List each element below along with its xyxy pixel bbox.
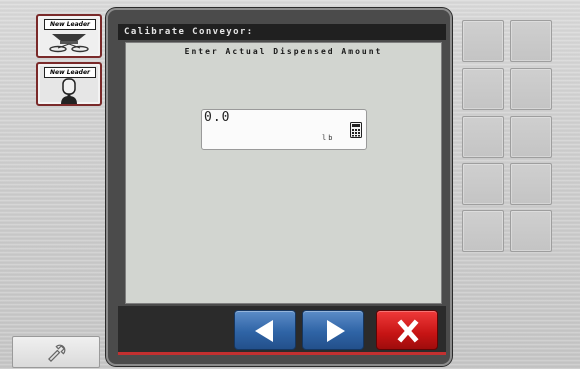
settings-button[interactable] [12,336,100,368]
app-button-spreader[interactable]: New Leader [36,14,102,58]
calibration-dialog: Enter Actual Dispensed Amount 0.0 lb [125,42,442,304]
softkey-9[interactable] [462,210,504,252]
joystick-icon [61,78,77,104]
wrench-icon [48,344,66,362]
dialog-prompt: Enter Actual Dispensed Amount [184,47,383,56]
softkey-6[interactable] [510,116,552,158]
right-arrow-icon [327,320,345,342]
softkey-8[interactable] [510,163,552,205]
next-button[interactable] [302,310,364,350]
spreader-icon [49,34,89,53]
softkey-1[interactable] [462,20,504,62]
dialog-title: Calibrate Conveyor: [118,24,446,40]
back-button[interactable] [234,310,296,350]
unit-label: lb [322,134,335,142]
softkey-10[interactable] [510,210,552,252]
dispensed-amount-field[interactable]: 0.0 lb [201,109,367,150]
calculator-icon[interactable] [350,122,362,138]
app-button-joystick[interactable]: New Leader [36,62,102,106]
softkey-4[interactable] [510,68,552,110]
dispensed-amount-value: 0.0 [204,110,231,125]
left-arrow-icon [255,320,273,342]
softkey-2[interactable] [510,20,552,62]
cancel-button[interactable] [376,310,438,350]
softkey-5[interactable] [462,116,504,158]
softkey-3[interactable] [462,68,504,110]
softkey-7[interactable] [462,163,504,205]
close-icon [397,319,419,343]
accent-line [118,352,446,355]
left-panel: New Leader New Leader [0,0,104,369]
